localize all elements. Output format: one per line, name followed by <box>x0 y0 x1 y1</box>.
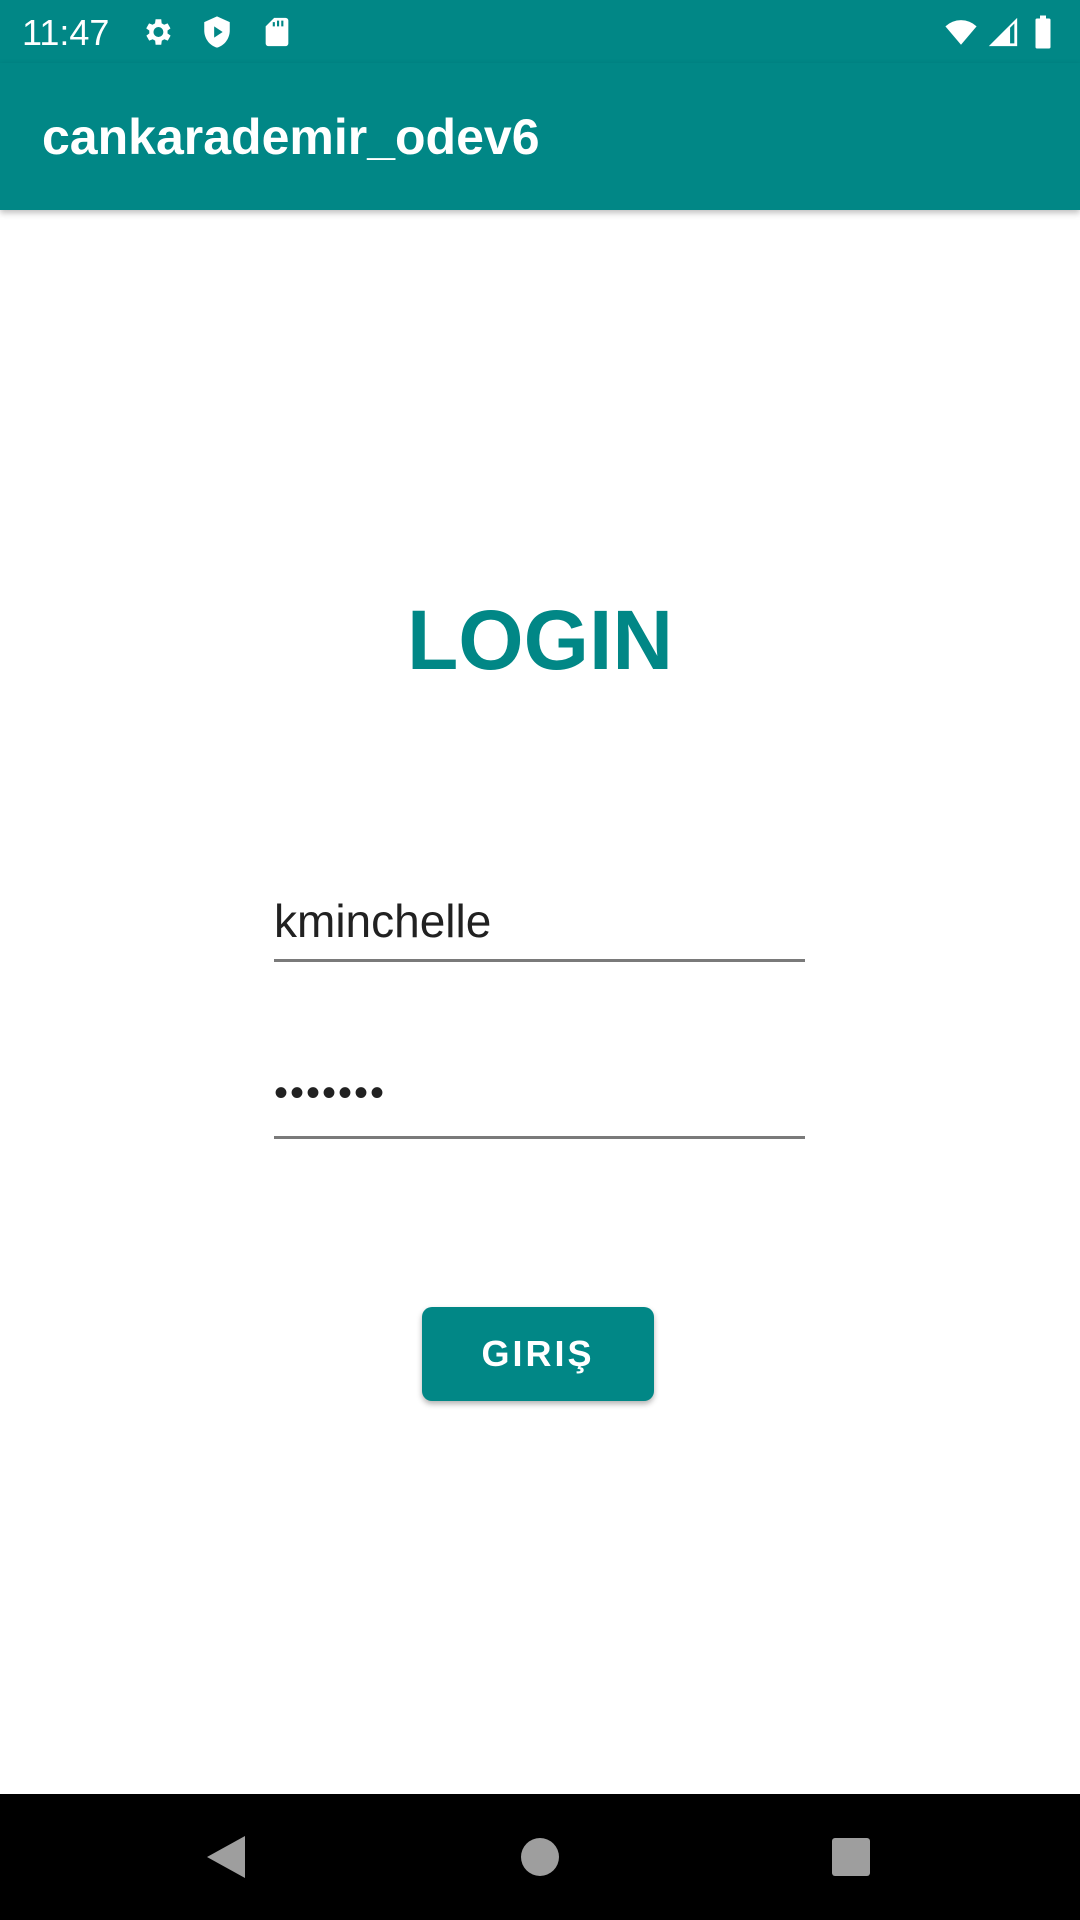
login-button[interactable]: GIRIŞ <box>422 1307 654 1401</box>
recents-icon[interactable] <box>831 1837 871 1877</box>
play-protect-icon <box>204 16 230 48</box>
status-bar: 11:47 <box>0 0 1080 63</box>
password-input[interactable]: ••••••• <box>274 1049 805 1139</box>
navigation-bar <box>0 1794 1080 1920</box>
home-icon[interactable] <box>520 1837 560 1877</box>
battery-icon <box>1035 15 1051 49</box>
back-icon[interactable] <box>205 1834 247 1880</box>
app-title: cankarademir_odev6 <box>42 109 540 165</box>
app-bar: cankarademir_odev6 <box>0 63 1080 210</box>
sd-card-icon <box>265 17 289 47</box>
username-input[interactable]: kminchelle <box>274 872 805 962</box>
status-time: 11:47 <box>22 12 110 53</box>
wifi-icon <box>945 20 977 45</box>
gear-icon <box>146 19 171 45</box>
signal-icon <box>988 17 1018 47</box>
login-heading: LOGIN <box>407 593 673 687</box>
